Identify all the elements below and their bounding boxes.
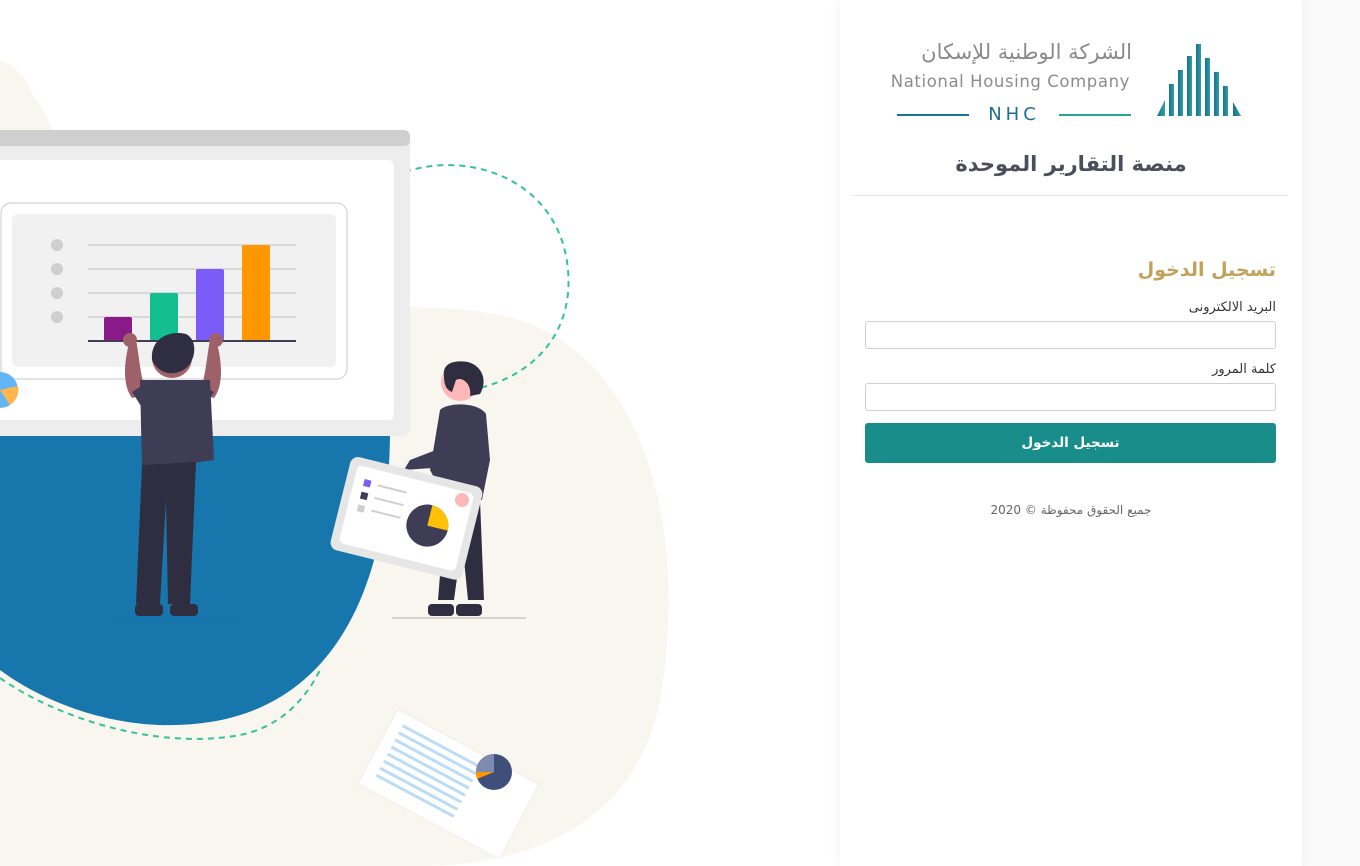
illustration-bar <box>242 245 270 341</box>
logo-mark-icon <box>1157 44 1241 116</box>
divider <box>853 195 1288 196</box>
hero-illustration <box>0 60 669 866</box>
background-blob-left <box>0 60 40 130</box>
platform-title: منصة التقارير الموحدة <box>955 152 1187 176</box>
company-abbr: NHC <box>988 104 1040 125</box>
password-label: كلمة المرور <box>1212 362 1276 377</box>
right-margin <box>1302 0 1360 866</box>
logo-line-left <box>897 114 969 116</box>
monitor-top-bar <box>0 130 410 146</box>
email-label: البريد الالكترونى <box>1188 300 1276 315</box>
company-logo: الشركة الوطنية للإسكان National Housing … <box>840 0 1302 135</box>
password-field[interactable] <box>865 383 1276 411</box>
copyright-footer: جميع الحقوق محفوظة © 2020 <box>990 503 1152 517</box>
company-name-en: National Housing Company <box>890 72 1130 91</box>
login-button[interactable]: تسجيل الدخول <box>865 423 1276 463</box>
login-title: تسجيل الدخول <box>1137 259 1276 281</box>
illustration-bar <box>196 269 224 341</box>
email-field[interactable] <box>865 321 1276 349</box>
login-form: تسجيل الدخول البريد الالكترونى كلمة المر… <box>865 255 1276 463</box>
company-name-ar: الشركة الوطنية للإسكان <box>921 40 1132 64</box>
logo-line-right <box>1059 114 1131 116</box>
login-panel: الشركة الوطنية للإسكان National Housing … <box>840 0 1302 866</box>
